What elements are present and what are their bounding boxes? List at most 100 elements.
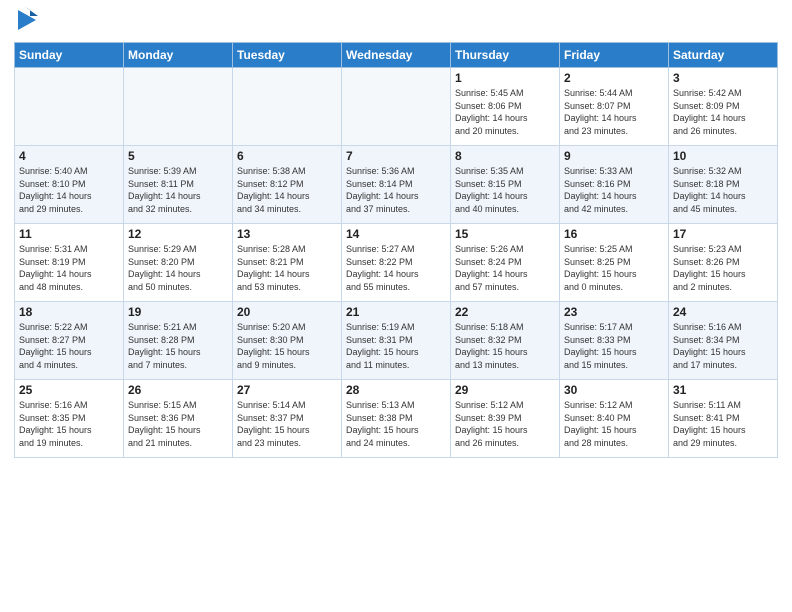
day-number: 17 <box>673 227 773 241</box>
day-info: Sunrise: 5:22 AM Sunset: 8:27 PM Dayligh… <box>19 321 119 371</box>
calendar-cell: 10 Sunrise: 5:32 AM Sunset: 8:18 PM Dayli… <box>669 146 778 224</box>
day-info: Sunrise: 5:42 AM Sunset: 8:09 PM Dayligh… <box>673 87 773 137</box>
calendar-cell: 9 Sunrise: 5:33 AM Sunset: 8:16 PM Daylig… <box>560 146 669 224</box>
weekday-header-friday: Friday <box>560 43 669 68</box>
weekday-header-tuesday: Tuesday <box>233 43 342 68</box>
day-number: 4 <box>19 149 119 163</box>
logo <box>14 10 38 34</box>
calendar-cell: 23 Sunrise: 5:17 AM Sunset: 8:33 PM Dayli… <box>560 302 669 380</box>
day-number: 8 <box>455 149 555 163</box>
calendar-cell: 29 Sunrise: 5:12 AM Sunset: 8:39 PM Dayli… <box>451 380 560 458</box>
calendar-cell: 24Sunrise: 5:16 AM Sunset: 8:34 PM Dayli… <box>669 302 778 380</box>
day-info: Sunrise: 5:12 AM Sunset: 8:40 PM Dayligh… <box>564 399 664 449</box>
day-number: 3 <box>673 71 773 85</box>
calendar-cell: 28 Sunrise: 5:13 AM Sunset: 8:38 PM Dayli… <box>342 380 451 458</box>
day-info: Sunrise: 5:26 AM Sunset: 8:24 PM Dayligh… <box>455 243 555 293</box>
day-number: 10 <box>673 149 773 163</box>
day-number: 30 <box>564 383 664 397</box>
day-info: Sunrise: 5:45 AM Sunset: 8:06 PM Dayligh… <box>455 87 555 137</box>
weekday-header-wednesday: Wednesday <box>342 43 451 68</box>
day-info: Sunrise: 5:40 AM Sunset: 8:10 PM Dayligh… <box>19 165 119 215</box>
calendar-cell <box>342 68 451 146</box>
calendar-cell: 4 Sunrise: 5:40 AM Sunset: 8:10 PM Daylig… <box>15 146 124 224</box>
day-info: Sunrise: 5:16 AM Sunset: 8:35 PM Dayligh… <box>19 399 119 449</box>
header <box>14 10 778 34</box>
day-info: Sunrise: 5:27 AM Sunset: 8:22 PM Dayligh… <box>346 243 446 293</box>
day-number: 31 <box>673 383 773 397</box>
day-number: 13 <box>237 227 337 241</box>
day-info: Sunrise: 5:18 AM Sunset: 8:32 PM Dayligh… <box>455 321 555 371</box>
day-info: Sunrise: 5:32 AM Sunset: 8:18 PM Dayligh… <box>673 165 773 215</box>
day-info: Sunrise: 5:20 AM Sunset: 8:30 PM Dayligh… <box>237 321 337 371</box>
day-number: 29 <box>455 383 555 397</box>
calendar-cell: 12 Sunrise: 5:29 AM Sunset: 8:20 PM Dayli… <box>124 224 233 302</box>
day-info: Sunrise: 5:38 AM Sunset: 8:12 PM Dayligh… <box>237 165 337 215</box>
calendar-cell: 18 Sunrise: 5:22 AM Sunset: 8:27 PM Dayli… <box>15 302 124 380</box>
calendar-cell: 16Sunrise: 5:25 AM Sunset: 8:25 PM Dayli… <box>560 224 669 302</box>
calendar-cell: 3 Sunrise: 5:42 AM Sunset: 8:09 PM Daylig… <box>669 68 778 146</box>
day-number: 1 <box>455 71 555 85</box>
day-number: 27 <box>237 383 337 397</box>
day-info: Sunrise: 5:25 AM Sunset: 8:25 PM Dayligh… <box>564 243 664 293</box>
calendar-cell: 7Sunrise: 5:36 AM Sunset: 8:14 PM Daylig… <box>342 146 451 224</box>
calendar-cell: 27 Sunrise: 5:14 AM Sunset: 8:37 PM Dayli… <box>233 380 342 458</box>
page: SundayMondayTuesdayWednesdayThursdayFrid… <box>0 0 792 612</box>
day-number: 23 <box>564 305 664 319</box>
day-info: Sunrise: 5:28 AM Sunset: 8:21 PM Dayligh… <box>237 243 337 293</box>
day-info: Sunrise: 5:16 AM Sunset: 8:34 PM Dayligh… <box>673 321 773 371</box>
day-number: 11 <box>19 227 119 241</box>
day-info: Sunrise: 5:35 AM Sunset: 8:15 PM Dayligh… <box>455 165 555 215</box>
calendar-cell: 21 Sunrise: 5:19 AM Sunset: 8:31 PM Dayli… <box>342 302 451 380</box>
calendar-cell: 1 Sunrise: 5:45 AM Sunset: 8:06 PM Daylig… <box>451 68 560 146</box>
day-info: Sunrise: 5:31 AM Sunset: 8:19 PM Dayligh… <box>19 243 119 293</box>
calendar-cell: 22 Sunrise: 5:18 AM Sunset: 8:32 PM Dayli… <box>451 302 560 380</box>
day-info: Sunrise: 5:21 AM Sunset: 8:28 PM Dayligh… <box>128 321 228 371</box>
day-number: 15 <box>455 227 555 241</box>
calendar-week-3: 11 Sunrise: 5:31 AM Sunset: 8:19 PM Dayli… <box>15 224 778 302</box>
day-number: 25 <box>19 383 119 397</box>
day-info: Sunrise: 5:23 AM Sunset: 8:26 PM Dayligh… <box>673 243 773 293</box>
calendar-cell: 6 Sunrise: 5:38 AM Sunset: 8:12 PM Daylig… <box>233 146 342 224</box>
calendar-cell: 8 Sunrise: 5:35 AM Sunset: 8:15 PM Daylig… <box>451 146 560 224</box>
calendar-week-2: 4 Sunrise: 5:40 AM Sunset: 8:10 PM Daylig… <box>15 146 778 224</box>
logo-icon <box>16 6 38 34</box>
calendar-cell: 31 Sunrise: 5:11 AM Sunset: 8:41 PM Dayli… <box>669 380 778 458</box>
day-number: 6 <box>237 149 337 163</box>
calendar-cell: 11 Sunrise: 5:31 AM Sunset: 8:19 PM Dayli… <box>15 224 124 302</box>
day-number: 26 <box>128 383 228 397</box>
weekday-header-row: SundayMondayTuesdayWednesdayThursdayFrid… <box>15 43 778 68</box>
calendar-cell: 30 Sunrise: 5:12 AM Sunset: 8:40 PM Dayli… <box>560 380 669 458</box>
calendar-cell: 2Sunrise: 5:44 AM Sunset: 8:07 PM Daylig… <box>560 68 669 146</box>
day-number: 21 <box>346 305 446 319</box>
day-info: Sunrise: 5:33 AM Sunset: 8:16 PM Dayligh… <box>564 165 664 215</box>
weekday-header-saturday: Saturday <box>669 43 778 68</box>
weekday-header-thursday: Thursday <box>451 43 560 68</box>
day-info: Sunrise: 5:29 AM Sunset: 8:20 PM Dayligh… <box>128 243 228 293</box>
day-info: Sunrise: 5:19 AM Sunset: 8:31 PM Dayligh… <box>346 321 446 371</box>
day-number: 22 <box>455 305 555 319</box>
calendar-cell: 15 Sunrise: 5:26 AM Sunset: 8:24 PM Dayli… <box>451 224 560 302</box>
day-number: 18 <box>19 305 119 319</box>
calendar-cell: 25 Sunrise: 5:16 AM Sunset: 8:35 PM Dayli… <box>15 380 124 458</box>
day-info: Sunrise: 5:12 AM Sunset: 8:39 PM Dayligh… <box>455 399 555 449</box>
calendar-cell <box>233 68 342 146</box>
day-number: 12 <box>128 227 228 241</box>
calendar-cell: 5Sunrise: 5:39 AM Sunset: 8:11 PM Daylig… <box>124 146 233 224</box>
calendar-cell <box>15 68 124 146</box>
day-number: 14 <box>346 227 446 241</box>
calendar-cell <box>124 68 233 146</box>
calendar-cell: 17 Sunrise: 5:23 AM Sunset: 8:26 PM Dayli… <box>669 224 778 302</box>
day-number: 9 <box>564 149 664 163</box>
day-info: Sunrise: 5:11 AM Sunset: 8:41 PM Dayligh… <box>673 399 773 449</box>
day-info: Sunrise: 5:39 AM Sunset: 8:11 PM Dayligh… <box>128 165 228 215</box>
day-info: Sunrise: 5:13 AM Sunset: 8:38 PM Dayligh… <box>346 399 446 449</box>
calendar-cell: 13 Sunrise: 5:28 AM Sunset: 8:21 PM Dayli… <box>233 224 342 302</box>
calendar-week-5: 25 Sunrise: 5:16 AM Sunset: 8:35 PM Dayli… <box>15 380 778 458</box>
day-info: Sunrise: 5:17 AM Sunset: 8:33 PM Dayligh… <box>564 321 664 371</box>
day-info: Sunrise: 5:14 AM Sunset: 8:37 PM Dayligh… <box>237 399 337 449</box>
day-number: 28 <box>346 383 446 397</box>
day-number: 2 <box>564 71 664 85</box>
calendar-cell: 19Sunrise: 5:21 AM Sunset: 8:28 PM Dayli… <box>124 302 233 380</box>
calendar-table: SundayMondayTuesdayWednesdayThursdayFrid… <box>14 42 778 458</box>
day-info: Sunrise: 5:36 AM Sunset: 8:14 PM Dayligh… <box>346 165 446 215</box>
